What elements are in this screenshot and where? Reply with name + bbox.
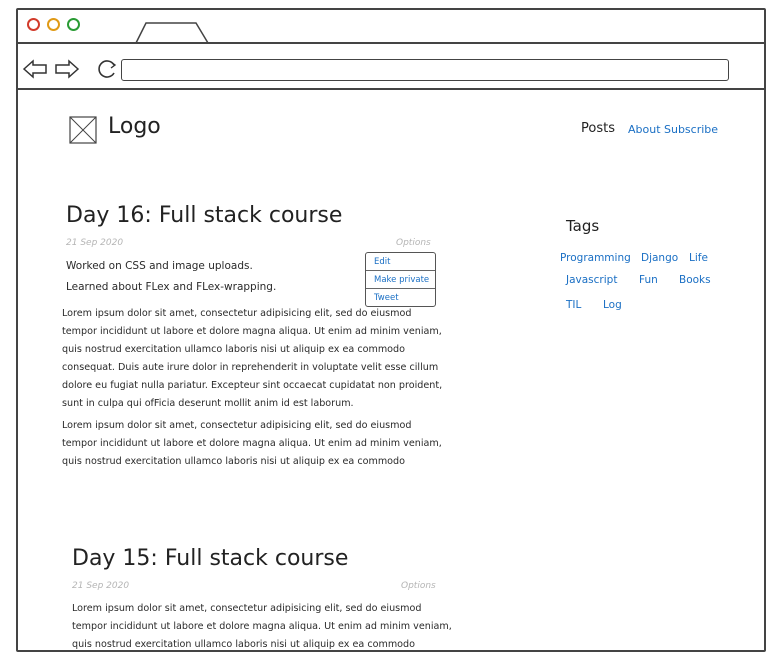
close-window-button[interactable]	[27, 18, 40, 31]
logo-text[interactable]: Logo	[108, 114, 161, 139]
tag-books[interactable]: Books	[679, 274, 711, 286]
menu-divider	[366, 288, 435, 289]
logo-image-placeholder-icon[interactable]	[69, 116, 97, 144]
tag-javascript[interactable]: Javascript	[566, 274, 617, 286]
post-options-button[interactable]: Options	[401, 581, 436, 591]
paragraph-line: Lorem ipsum dolor sit amet, consectetur …	[72, 603, 422, 614]
post-summary-line: Learned about FLex and FLex-wrapping.	[66, 281, 277, 293]
url-bar[interactable]	[121, 59, 729, 81]
paragraph-line: quis nostrud exercitation ullamco labori…	[62, 456, 405, 467]
post-paragraph: Lorem ipsum dolor sit amet, consectetur …	[72, 600, 452, 654]
post-title[interactable]: Day 15: Full stack course	[72, 546, 348, 571]
tag-fun[interactable]: Fun	[639, 274, 658, 286]
back-arrow-icon[interactable]	[22, 58, 48, 80]
paragraph-line: quis nostrud exercitation ullamco labori…	[72, 639, 415, 650]
post-paragraph: Lorem ipsum dolor sit amet, consectetur …	[62, 305, 442, 413]
paragraph-line: tempor incididunt ut labore et dolore ma…	[62, 438, 442, 449]
post-options-button[interactable]: Options	[396, 238, 431, 248]
nav-link-subscribe[interactable]: Subscribe	[664, 123, 718, 136]
tag-django[interactable]: Django	[641, 252, 678, 264]
menu-item-edit[interactable]: Edit	[374, 257, 390, 267]
post-date: 21 Sep 2020	[66, 238, 124, 248]
maximize-window-button[interactable]	[67, 18, 80, 31]
tag-programming[interactable]: Programming	[560, 252, 631, 264]
tag-life[interactable]: Life	[689, 252, 708, 264]
title-bar	[16, 8, 766, 44]
paragraph-line: tempor incididunt ut labore et dolore ma…	[72, 621, 452, 632]
minimize-window-button[interactable]	[47, 18, 60, 31]
post-title[interactable]: Day 16: Full stack course	[66, 203, 342, 228]
post-paragraph: Lorem ipsum dolor sit amet, consectetur …	[62, 417, 442, 471]
paragraph-line: tempor incididunt ut labore et dolore ma…	[62, 326, 442, 337]
tags-heading: Tags	[566, 217, 600, 235]
forward-arrow-icon[interactable]	[54, 58, 80, 80]
nav-link-about[interactable]: About	[628, 123, 661, 136]
menu-item-make-private[interactable]: Make private	[374, 275, 429, 285]
post-date: 21 Sep 2020	[72, 581, 130, 591]
paragraph-line: quis nostrud exercitation ullamco labori…	[62, 344, 405, 355]
tag-til[interactable]: TIL	[566, 299, 581, 311]
tag-log[interactable]: Log	[603, 299, 622, 311]
nav-link-posts[interactable]: Posts	[581, 121, 615, 136]
post-options-menu: Edit Make private Tweet	[365, 252, 436, 307]
paragraph-line: Lorem ipsum dolor sit amet, consectetur …	[62, 420, 412, 431]
post-summary-line: Worked on CSS and image uploads.	[66, 260, 253, 272]
paragraph-line: sunt in culpa qui ofFicia deserunt molli…	[62, 398, 354, 409]
paragraph-line: Lorem ipsum dolor sit amet, consectetur …	[62, 308, 412, 319]
menu-item-tweet[interactable]: Tweet	[374, 293, 399, 303]
browser-tab[interactable]	[134, 22, 210, 44]
paragraph-line: consequat. Duis aute irure dolor in repr…	[62, 362, 439, 373]
reload-icon[interactable]	[95, 58, 121, 80]
paragraph-line: dolore eu fugiat nulla pariatur. Excepte…	[62, 380, 443, 391]
menu-divider	[366, 270, 435, 271]
